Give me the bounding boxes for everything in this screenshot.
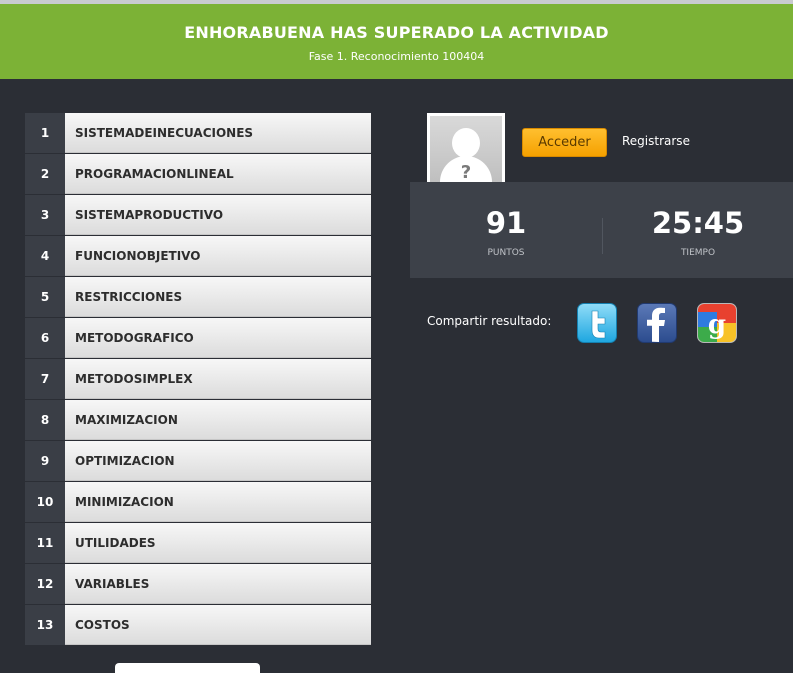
item-word: RESTRICCIONES [65,277,371,317]
item-number: 5 [25,277,65,317]
item-number: 7 [25,359,65,399]
item-number: 3 [25,195,65,235]
list-item: 11 UTILIDADES [25,523,371,563]
score-panel: 91 PUNTOS 25:45 TIEMPO [410,182,793,278]
list-item: 2 PROGRAMACIONLINEAL [25,154,371,194]
list-item: 5 RESTRICCIONES [25,277,371,317]
item-number: 9 [25,441,65,481]
avatar: ? [427,113,505,191]
item-word: MINIMIZACION [65,482,371,522]
list-item: 13 COSTOS [25,605,371,645]
points-label: PUNTOS [487,248,525,258]
result-header: ENHORABUENA HAS SUPERADO LA ACTIVIDAD Fa… [0,4,793,79]
list-item: 8 MAXIMIZACION [25,400,371,440]
list-item: 7 METODOSIMPLEX [25,359,371,399]
item-word: OPTIMIZACION [65,441,371,481]
registrarse-link[interactable]: Registrarse [622,134,690,148]
item-word: COSTOS [65,605,371,645]
unknown-user-icon: ? [430,116,502,188]
list-item: 1 SISTEMADEINECUACIONES [25,113,371,153]
item-number: 8 [25,400,65,440]
item-number: 4 [25,236,65,276]
item-word: UTILIDADES [65,523,371,563]
list-item: 6 METODOGRAFICO [25,318,371,358]
list-item: 12 VARIABLES [25,564,371,604]
twitter-icon[interactable] [577,303,617,343]
word-list: 1 SISTEMADEINECUACIONES 2 PROGRAMACIONLI… [25,113,371,646]
svg-text:g: g [708,310,726,340]
item-word: SISTEMAPRODUCTIVO [65,195,371,235]
google-icon[interactable]: g [697,303,737,343]
list-item: 10 MINIMIZACION [25,482,371,522]
activity-subtitle: Fase 1. Reconocimiento 100404 [308,50,485,63]
item-number: 1 [25,113,65,153]
acceder-button[interactable]: Acceder [522,128,607,157]
item-number: 11 [25,523,65,563]
item-word: VARIABLES [65,564,371,604]
list-item: 4 FUNCIONOBJETIVO [25,236,371,276]
page-title: ENHORABUENA HAS SUPERADO LA ACTIVIDAD [184,23,609,42]
item-word: MAXIMIZACION [65,400,371,440]
item-number: 12 [25,564,65,604]
list-item: 3 SISTEMAPRODUCTIVO [25,195,371,235]
item-word: SISTEMADEINECUACIONES [65,113,371,153]
item-number: 10 [25,482,65,522]
item-word: METODOGRAFICO [65,318,371,358]
item-number: 6 [25,318,65,358]
facebook-icon[interactable] [637,303,677,343]
list-item: 9 OPTIMIZACION [25,441,371,481]
points-value: 91 [485,206,527,240]
time-value: 25:45 [651,206,745,240]
item-word: PROGRAMACIONLINEAL [65,154,371,194]
item-word: FUNCIONOBJETIVO [65,236,371,276]
bottom-tab-button[interactable] [115,663,260,673]
share-label: Compartir resultado: [427,314,552,328]
item-word: METODOSIMPLEX [65,359,371,399]
item-number: 2 [25,154,65,194]
time-label: TIEMPO [680,248,716,258]
item-number: 13 [25,605,65,645]
